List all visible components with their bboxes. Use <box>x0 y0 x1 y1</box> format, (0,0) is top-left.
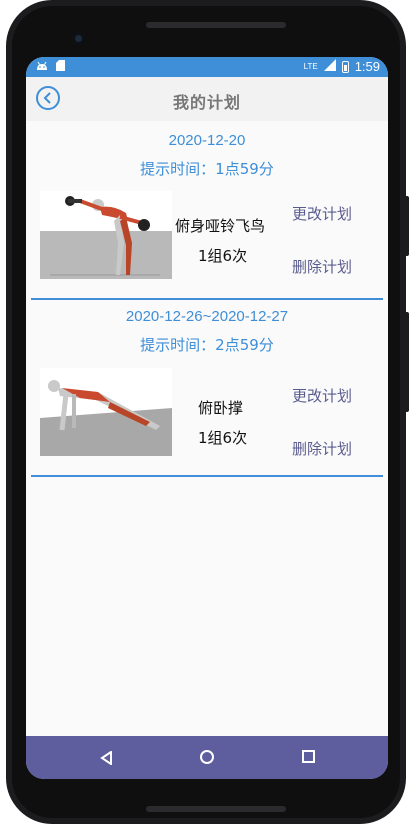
page-title: 我的计划 <box>172 93 241 112</box>
plan-item: 2020-12-20 提示时间：1点59分 俯身哑铃飞鸟 1组6次 更改计划 删… <box>26 132 388 302</box>
top-speaker <box>146 22 286 28</box>
edit-plan-button[interactable]: 更改计划 <box>292 385 352 406</box>
nav-home-icon[interactable] <box>200 750 214 764</box>
app-header: 我的计划 <box>26 77 388 121</box>
front-camera <box>73 33 84 44</box>
edit-plan-button[interactable]: 更改计划 <box>292 203 352 224</box>
exercise-name: 俯身哑铃飞鸟 <box>175 217 266 235</box>
plan-date: 2020-12-26~2020-12-27 <box>125 308 289 325</box>
sd-card-icon <box>56 60 65 74</box>
power-button <box>404 312 409 412</box>
exercise-sets: 1组6次 <box>198 247 248 265</box>
system-nav-bar <box>26 736 388 779</box>
status-time: 1:59 <box>354 59 380 74</box>
lte-label: LTE <box>303 61 318 71</box>
plan-remind-time: 提示时间：2点59分 <box>140 336 274 354</box>
exercise-name: 俯卧撑 <box>198 399 244 417</box>
exercise-image <box>40 368 172 456</box>
exercise-sets: 1组6次 <box>198 429 248 447</box>
plan-divider <box>31 475 383 477</box>
app-screen: LTE 1:59 我的计划 2020-12-20 提示时间：1点59分 俯身哑铃… <box>26 57 388 779</box>
status-bar: LTE 1:59 <box>26 57 388 77</box>
plan-remind-time: 提示时间：1点59分 <box>140 160 274 178</box>
signal-icon <box>323 59 336 74</box>
exercise-image <box>40 191 172 279</box>
plan-date: 2020-12-20 <box>168 132 246 149</box>
nav-back-icon[interactable] <box>100 750 112 769</box>
volume-button <box>404 196 409 256</box>
delete-plan-button[interactable]: 删除计划 <box>292 256 352 277</box>
bottom-speaker <box>146 806 286 812</box>
battery-icon <box>341 60 349 73</box>
android-icon <box>36 60 48 74</box>
delete-plan-button[interactable]: 删除计划 <box>292 438 352 459</box>
plan-divider <box>31 298 383 300</box>
plan-item: 2020-12-26~2020-12-27 提示时间：2点59分 俯卧撑 1组6… <box>26 308 388 478</box>
nav-recents-icon[interactable] <box>302 750 315 763</box>
